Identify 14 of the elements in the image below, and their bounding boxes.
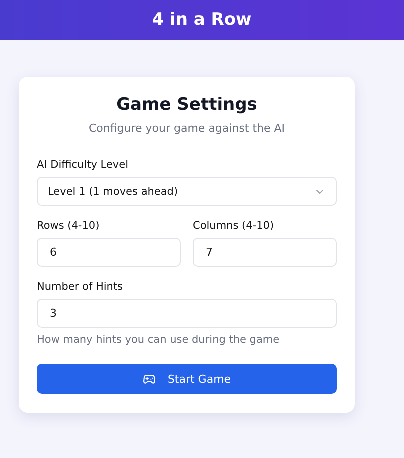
field-label: AI Difficulty Level xyxy=(37,159,130,171)
columns-input[interactable]: 7 xyxy=(193,238,337,267)
gamepad-icon xyxy=(142,372,156,386)
field-label: Number of Hints xyxy=(37,281,124,293)
start-game-button[interactable]: Start Game xyxy=(37,364,337,394)
field-label: Rows (4-10) xyxy=(37,220,101,232)
hints-input[interactable]: 3 xyxy=(37,299,337,328)
help-text: How many hints you can use during the game xyxy=(37,334,281,346)
app-title: 4 in a Row xyxy=(152,10,252,30)
card-subtitle: Configure your game against the AI xyxy=(88,122,286,135)
rows-input[interactable]: 6 xyxy=(37,238,181,267)
field-label: Columns (4-10) xyxy=(193,220,276,232)
difficulty-select[interactable]: Level 1 (1 moves ahead) xyxy=(37,177,337,206)
card-title: Game Settings xyxy=(116,95,258,115)
